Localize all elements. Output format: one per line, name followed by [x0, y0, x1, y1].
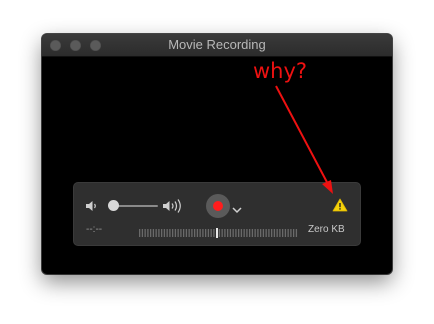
speaker-high-icon [162, 198, 184, 219]
volume-slider-knob[interactable] [108, 200, 119, 211]
window-title: Movie Recording [168, 37, 266, 52]
chevron-down-icon[interactable] [232, 201, 242, 219]
warning-triangle-icon[interactable] [332, 198, 348, 217]
annotation-label: why? [253, 59, 308, 83]
movie-recording-window: Movie Recording --:-- Zero KB [42, 34, 392, 274]
title-bar: Movie Recording [42, 34, 392, 57]
record-dot-icon [213, 201, 223, 211]
file-size: Zero KB [308, 224, 345, 235]
speaker-low-icon [85, 199, 99, 218]
recording-controls: --:-- Zero KB [73, 182, 361, 246]
record-button[interactable] [206, 194, 230, 218]
recording-time: --:-- [86, 224, 103, 235]
audio-level-meter [139, 225, 299, 243]
